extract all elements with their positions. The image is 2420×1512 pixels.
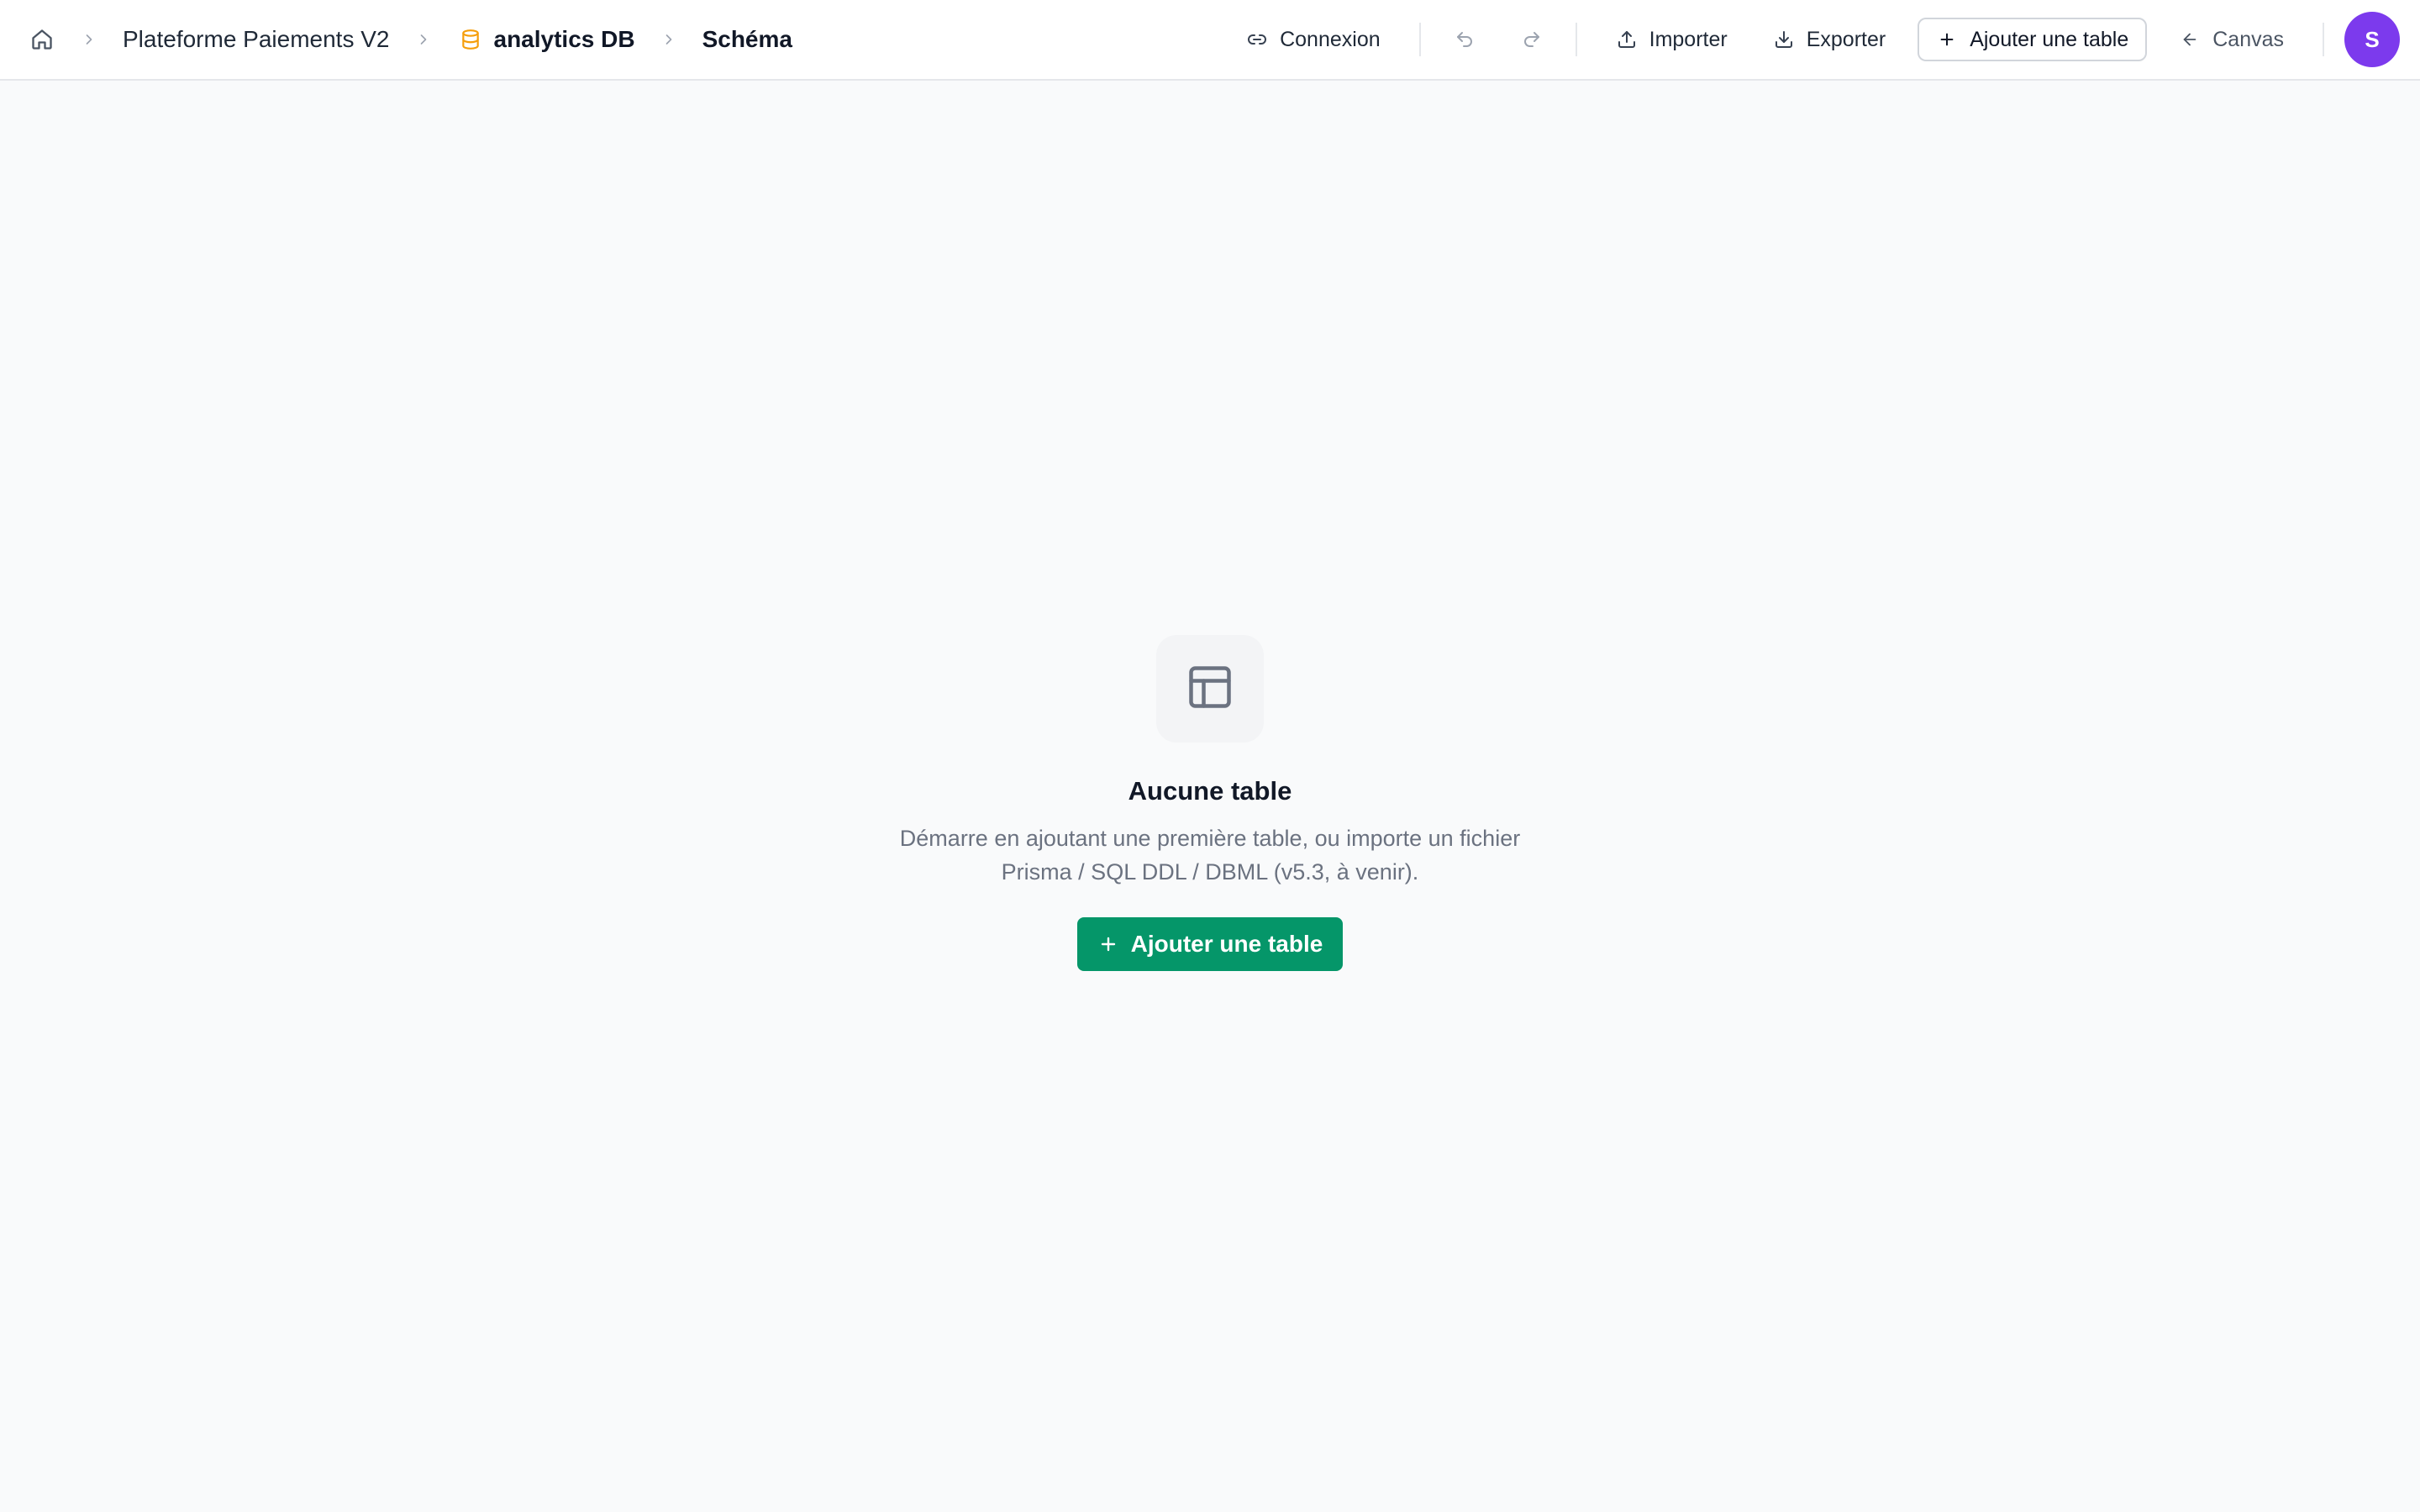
chevron-right-icon [77, 28, 101, 51]
breadcrumb-database[interactable]: analytics DB [457, 26, 635, 53]
empty-state-description: Démarre en ajoutant une première table, … [899, 826, 1521, 885]
redo-icon [1521, 29, 1543, 50]
database-icon [457, 26, 484, 53]
add-table-cta-button[interactable]: Ajouter une table [1076, 917, 1344, 971]
breadcrumb-project[interactable]: Plateforme Paiements V2 [123, 26, 390, 53]
download-icon [1773, 29, 1795, 50]
table-icon [1185, 662, 1235, 717]
top-bar: Plateforme Paiements V2 analytics DB Sch… [0, 0, 2420, 81]
plus-icon [1097, 933, 1119, 955]
empty-state: Aucune table Démarre en ajoutant une pre… [0, 635, 2420, 971]
undo-icon [1454, 29, 1476, 50]
chevron-right-icon [412, 28, 435, 51]
import-button[interactable]: Importer [1597, 18, 1746, 61]
canvas-label: Canvas [2212, 27, 2284, 51]
toolbar-divider [1575, 23, 1577, 56]
toolbar-divider [1418, 23, 1421, 56]
toolbar: Connexion Importer Exporter Ajouter une … [1228, 12, 2400, 67]
export-label: Exporter [1806, 27, 1886, 51]
undo-button[interactable] [1441, 18, 1488, 61]
add-table-cta-label: Ajouter une table [1130, 931, 1323, 957]
redo-button[interactable] [1508, 18, 1555, 61]
toolbar-divider [2323, 23, 2324, 56]
breadcrumb-current: Schéma [702, 26, 792, 52]
canvas-back-button[interactable]: Canvas [2160, 18, 2302, 61]
connexion-label: Connexion [1280, 27, 1381, 51]
empty-state-icon-box [1156, 635, 1264, 743]
upload-icon [1616, 29, 1638, 50]
breadcrumb: Plateforme Paiements V2 analytics DB Sch… [29, 26, 792, 53]
chevron-right-icon [657, 28, 681, 51]
connexion-button[interactable]: Connexion [1228, 18, 1399, 61]
export-button[interactable]: Exporter [1754, 18, 1904, 61]
breadcrumb-database-label: analytics DB [493, 26, 635, 52]
link-icon [1246, 29, 1268, 50]
home-icon[interactable] [29, 26, 55, 53]
avatar[interactable]: S [2344, 12, 2400, 67]
import-label: Importer [1649, 27, 1728, 51]
plus-icon [1936, 29, 1958, 50]
empty-state-title: Aucune table [1128, 776, 1292, 806]
add-table-label: Ajouter une table [1970, 27, 2129, 51]
add-table-button[interactable]: Ajouter une table [1918, 18, 2148, 61]
arrow-left-icon [2179, 29, 2201, 50]
